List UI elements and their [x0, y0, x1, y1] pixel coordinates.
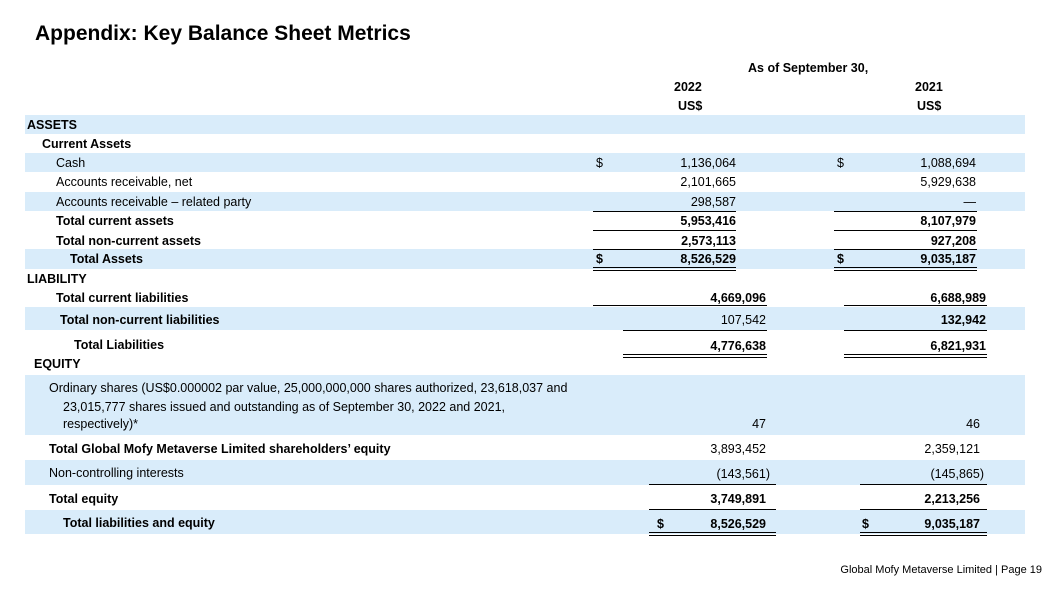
cash-currency-2022: $ — [596, 156, 603, 170]
tnca-2021: 927,208 — [930, 234, 976, 248]
currency-2021-header: US$ — [917, 99, 942, 113]
ta-2021: 9,035,187 — [920, 252, 976, 266]
tcl-2022: 4,669,096 — [710, 291, 766, 305]
ta-currency-2022: $ — [596, 252, 603, 266]
label-total-assets: Total Assets — [70, 252, 143, 266]
ar-related-2022: 298,587 — [690, 195, 736, 209]
label-ordinary-shares-line1: Ordinary shares (US$0.000002 par value, … — [49, 381, 568, 395]
rule — [834, 211, 977, 212]
tnca-2022: 2,573,113 — [681, 234, 736, 248]
te-2021: 2,213,256 — [924, 492, 980, 506]
tle-2022: 8,526,529 — [710, 517, 766, 531]
label-total-shareholders-equity: Total Global Mofy Metaverse Limited shar… — [49, 442, 391, 456]
label-total-non-current-liabilities: Total non-current liabilities — [60, 313, 220, 327]
ta-currency-2021: $ — [837, 252, 844, 266]
double-rule — [649, 532, 776, 536]
subsection-current-assets: Current Assets — [42, 137, 132, 151]
double-rule — [834, 267, 977, 271]
tl-2021: 6,821,931 — [930, 339, 986, 353]
double-rule — [623, 354, 767, 358]
label-total-current-assets: Total current assets — [56, 214, 174, 228]
label-cash: Cash — [56, 156, 86, 170]
label-ordinary-shares-line2: 23,015,777 shares issued and outstanding… — [63, 400, 505, 414]
label-total-liabilities: Total Liabilities — [74, 338, 165, 352]
tca-2022: 5,953,416 — [680, 214, 736, 228]
cash-2022: 1,136,064 — [680, 156, 736, 170]
rule — [834, 249, 977, 250]
tl-2022: 4,776,638 — [710, 339, 766, 353]
label-ar-related-party: Accounts receivable – related party — [56, 195, 252, 209]
rule — [649, 484, 776, 485]
rule — [593, 305, 767, 306]
ord-2021: 46 — [966, 417, 980, 431]
nci-2021: (145,865) — [930, 467, 984, 481]
label-total-liabilities-and-equity: Total liabilities and equity — [63, 516, 215, 530]
band-cash — [25, 153, 1025, 172]
tncl-2022: 107,542 — [720, 313, 766, 327]
year-2022-header: 2022 — [674, 80, 702, 94]
ar-related-2021: — — [963, 195, 977, 209]
label-ordinary-shares-line3: respectively)* — [63, 417, 139, 431]
tca-2021: 8,107,979 — [920, 214, 976, 228]
rule — [844, 330, 987, 331]
rule — [844, 305, 987, 306]
double-rule — [860, 532, 987, 536]
nci-2022: (143,561) — [716, 467, 770, 481]
band-total-assets — [25, 249, 1025, 269]
ord-2022: 47 — [752, 417, 766, 431]
tle-currency-2021: $ — [862, 517, 869, 531]
rule — [860, 509, 987, 510]
tle-currency-2022: $ — [657, 517, 664, 531]
label-accounts-receivable: Accounts receivable, net — [56, 175, 193, 189]
ta-2022: 8,526,529 — [680, 252, 736, 266]
tgse-2022: 3,893,452 — [710, 442, 766, 456]
rule — [649, 509, 776, 510]
label-total-current-liabilities: Total current liabilities — [56, 291, 189, 305]
tncl-2021: 132,942 — [940, 313, 986, 327]
section-equity: EQUITY — [34, 357, 81, 371]
year-2021-header: 2021 — [915, 80, 943, 94]
section-assets: ASSETS — [27, 118, 78, 132]
label-total-non-current-assets: Total non-current assets — [56, 234, 201, 248]
double-rule — [593, 267, 736, 271]
rule — [623, 330, 767, 331]
label-non-controlling-interests: Non-controlling interests — [49, 466, 184, 480]
label-total-equity: Total equity — [49, 492, 119, 506]
section-liability: LIABILITY — [27, 272, 87, 286]
ar-2021: 5,929,638 — [920, 175, 976, 189]
rule — [593, 230, 736, 231]
tle-2021: 9,035,187 — [924, 517, 980, 531]
currency-2022-header: US$ — [678, 99, 703, 113]
rule — [834, 230, 977, 231]
cash-currency-2021: $ — [837, 156, 844, 170]
rule — [593, 249, 736, 250]
double-rule — [844, 354, 987, 358]
band-assets — [25, 115, 1025, 134]
cash-2021: 1,088,694 — [920, 156, 976, 170]
ar-2022: 2,101,665 — [680, 175, 736, 189]
rule — [593, 211, 736, 212]
tcl-2021: 6,688,989 — [930, 291, 986, 305]
page-footer: Global Mofy Metaverse Limited | Page 19 — [840, 564, 1042, 576]
period-header: As of September 30, — [748, 61, 869, 75]
rule — [860, 484, 987, 485]
page-title: Appendix: Key Balance Sheet Metrics — [35, 22, 411, 45]
te-2022: 3,749,891 — [710, 492, 766, 506]
tgse-2021: 2,359,121 — [924, 442, 980, 456]
